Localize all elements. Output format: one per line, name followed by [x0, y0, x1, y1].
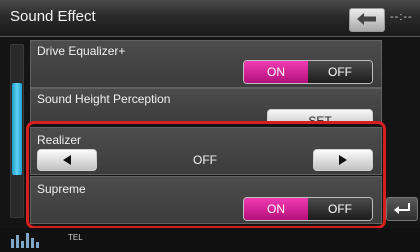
scrollbar-thumb[interactable]	[12, 83, 22, 175]
highlight-frame	[26, 121, 386, 229]
drive-equalizer-toggle[interactable]: ON OFF	[243, 60, 373, 84]
return-button[interactable]	[386, 197, 418, 221]
sound-height-row: Sound Height Perception SET	[30, 88, 382, 124]
drive-equalizer-off-button[interactable]: OFF	[308, 61, 372, 83]
back-button[interactable]	[349, 8, 385, 32]
bottom-bar	[0, 228, 420, 252]
page-title: Sound Effect	[10, 8, 96, 25]
equalizer-bars-icon[interactable]	[10, 231, 46, 249]
drive-equalizer-row: Drive Equalizer+ ON OFF	[30, 40, 382, 88]
return-arrow-icon	[394, 203, 410, 214]
drive-equalizer-on-button[interactable]: ON	[244, 61, 308, 83]
back-arrow-icon	[357, 13, 376, 25]
sound-height-label: Sound Height Perception	[37, 92, 171, 106]
clock-time: --:--	[390, 11, 413, 23]
title-bar: Sound Effect --:--	[0, 0, 420, 37]
tel-label: TEL	[68, 233, 83, 242]
scrollbar[interactable]	[10, 44, 24, 218]
drive-equalizer-label: Drive Equalizer+	[37, 44, 126, 58]
